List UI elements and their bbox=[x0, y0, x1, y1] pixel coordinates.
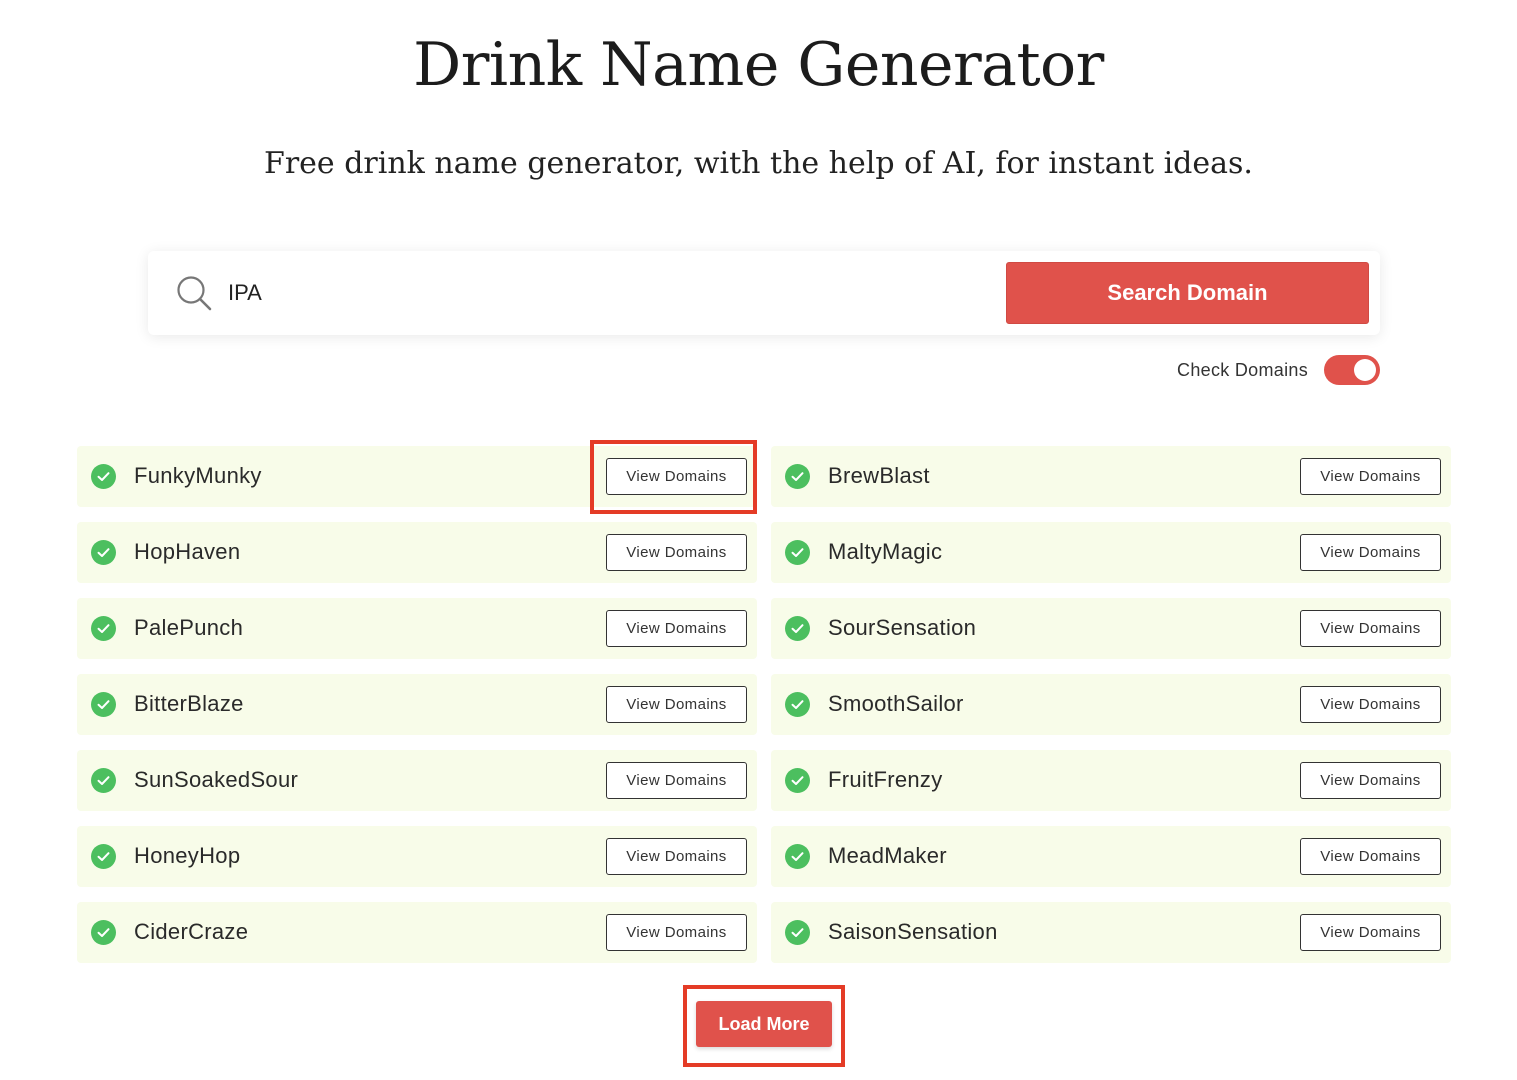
search-input[interactable] bbox=[228, 271, 988, 315]
check-circle-icon bbox=[785, 692, 810, 717]
result-card: BrewBlast View Domains bbox=[771, 446, 1451, 507]
result-card: FunkyMunky View Domains bbox=[77, 446, 757, 507]
result-card: BitterBlaze View Domains bbox=[77, 674, 757, 735]
result-card: PalePunch View Domains bbox=[77, 598, 757, 659]
result-name: FruitFrenzy bbox=[828, 767, 943, 792]
toggle-knob bbox=[1354, 359, 1376, 381]
result-card: SourSensation View Domains bbox=[771, 598, 1451, 659]
check-circle-icon bbox=[91, 616, 116, 641]
view-domains-button[interactable]: View Domains bbox=[606, 534, 747, 571]
page-title: Drink Name Generator bbox=[413, 30, 1104, 100]
check-circle-icon bbox=[91, 464, 116, 489]
view-domains-button[interactable]: View Domains bbox=[606, 458, 747, 495]
view-domains-button[interactable]: View Domains bbox=[606, 686, 747, 723]
result-card: SaisonSensation View Domains bbox=[771, 902, 1451, 963]
check-circle-icon bbox=[91, 920, 116, 945]
result-name: CiderCraze bbox=[134, 919, 249, 944]
result-card: SmoothSailor View Domains bbox=[771, 674, 1451, 735]
result-name: FunkyMunky bbox=[134, 463, 262, 488]
check-circle-icon bbox=[785, 844, 810, 869]
result-name: SaisonSensation bbox=[828, 919, 998, 944]
check-circle-icon bbox=[785, 768, 810, 793]
view-domains-button[interactable]: View Domains bbox=[1300, 914, 1441, 951]
view-domains-button[interactable]: View Domains bbox=[606, 610, 747, 647]
page-subtitle: Free drink name generator, with the help… bbox=[264, 146, 1253, 181]
result-card: HoneyHop View Domains bbox=[77, 826, 757, 887]
result-name: MeadMaker bbox=[828, 843, 947, 868]
view-domains-button[interactable]: View Domains bbox=[1300, 534, 1441, 571]
result-card: HopHaven View Domains bbox=[77, 522, 757, 583]
results-grid: FunkyMunky View Domains BrewBlast View Doma… bbox=[77, 446, 1451, 963]
check-domains-control: Check Domains bbox=[1177, 355, 1380, 385]
result-name: BitterBlaze bbox=[134, 691, 244, 716]
search-bar: Search Domain bbox=[148, 251, 1380, 335]
result-card: MeadMaker View Domains bbox=[771, 826, 1451, 887]
check-circle-icon bbox=[785, 616, 810, 641]
search-domain-button[interactable]: Search Domain bbox=[1006, 262, 1369, 324]
result-card: SunSoakedSour View Domains bbox=[77, 750, 757, 811]
load-more-button[interactable]: Load More bbox=[696, 1001, 832, 1047]
check-circle-icon bbox=[91, 540, 116, 565]
search-icon bbox=[177, 276, 212, 311]
check-circle-icon bbox=[91, 844, 116, 869]
view-domains-button[interactable]: View Domains bbox=[1300, 458, 1441, 495]
check-circle-icon bbox=[91, 768, 116, 793]
result-name: HopHaven bbox=[134, 539, 241, 564]
view-domains-button[interactable]: View Domains bbox=[606, 914, 747, 951]
result-card: CiderCraze View Domains bbox=[77, 902, 757, 963]
check-circle-icon bbox=[91, 692, 116, 717]
check-domains-toggle[interactable] bbox=[1324, 355, 1380, 385]
result-name: SourSensation bbox=[828, 615, 977, 640]
check-domains-label: Check Domains bbox=[1177, 359, 1308, 380]
view-domains-button[interactable]: View Domains bbox=[1300, 686, 1441, 723]
result-name: SunSoakedSour bbox=[134, 767, 299, 792]
view-domains-button[interactable]: View Domains bbox=[1300, 610, 1441, 647]
result-card: MaltyMagic View Domains bbox=[771, 522, 1451, 583]
result-card: FruitFrenzy View Domains bbox=[771, 750, 1451, 811]
view-domains-button[interactable]: View Domains bbox=[1300, 838, 1441, 875]
result-name: MaltyMagic bbox=[828, 539, 943, 564]
check-circle-icon bbox=[785, 540, 810, 565]
result-name: BrewBlast bbox=[828, 463, 930, 488]
check-circle-icon bbox=[785, 464, 810, 489]
result-name: PalePunch bbox=[134, 615, 244, 640]
result-name: HoneyHop bbox=[134, 843, 241, 868]
view-domains-button[interactable]: View Domains bbox=[606, 762, 747, 799]
view-domains-button[interactable]: View Domains bbox=[606, 838, 747, 875]
result-name: SmoothSailor bbox=[828, 691, 964, 716]
view-domains-button[interactable]: View Domains bbox=[1300, 762, 1441, 799]
check-circle-icon bbox=[785, 920, 810, 945]
